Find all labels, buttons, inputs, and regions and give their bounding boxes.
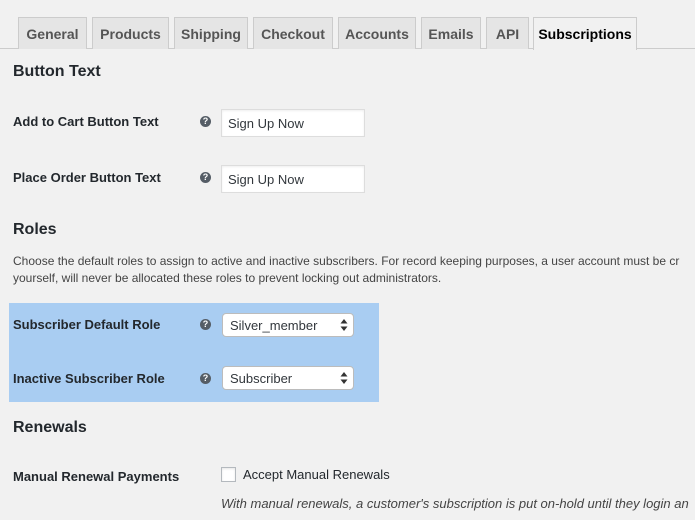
tab-subscriptions[interactable]: Subscriptions	[533, 17, 637, 50]
inactive-subscriber-role-value: Subscriber	[230, 370, 293, 386]
inactive-subscriber-role-label: Inactive Subscriber Role	[13, 371, 165, 386]
subscriber-default-role-value: Silver_member	[230, 317, 318, 333]
renewals-heading: Renewals	[13, 419, 87, 436]
select-arrows-icon	[340, 372, 348, 384]
add-to-cart-label: Add to Cart Button Text	[13, 114, 159, 129]
question-mark-icon[interactable]: ?	[200, 116, 211, 127]
tab-shipping[interactable]: Shipping	[174, 17, 248, 49]
place-order-label: Place Order Button Text	[13, 170, 161, 185]
tab-accounts[interactable]: Accounts	[338, 17, 416, 49]
question-mark-icon[interactable]: ?	[200, 373, 211, 384]
tab-api[interactable]: API	[486, 17, 529, 49]
button-text-heading: Button Text	[13, 63, 101, 80]
question-mark-icon[interactable]: ?	[200, 172, 211, 183]
question-mark-icon[interactable]: ?	[200, 319, 211, 330]
select-arrows-icon	[340, 319, 348, 331]
roles-description-line-1: Choose the default roles to assign to ac…	[13, 254, 680, 268]
add-to-cart-text-input[interactable]	[221, 109, 365, 137]
tab-products[interactable]: Products	[92, 17, 169, 49]
accept-manual-renewals-label[interactable]: Accept Manual Renewals	[243, 467, 390, 482]
subscriber-default-role-select[interactable]: Silver_member	[222, 313, 354, 337]
roles-heading: Roles	[13, 221, 57, 238]
inactive-subscriber-role-select[interactable]: Subscriber	[222, 366, 354, 390]
accept-manual-renewals-checkbox[interactable]	[221, 467, 236, 482]
manual-renewals-description: With manual renewals, a customer's subsc…	[221, 496, 689, 511]
tab-emails[interactable]: Emails	[421, 17, 481, 49]
manual-renewal-payments-label: Manual Renewal Payments	[13, 469, 180, 484]
place-order-text-input[interactable]	[221, 165, 365, 193]
tab-checkout[interactable]: Checkout	[253, 17, 333, 49]
tab-general[interactable]: General	[18, 17, 87, 49]
settings-tab-bar: General Products Shipping Checkout Accou…	[0, 0, 695, 50]
roles-description-line-2: yourself, will never be allocated these …	[13, 271, 442, 285]
subscriber-default-role-label: Subscriber Default Role	[13, 317, 161, 332]
